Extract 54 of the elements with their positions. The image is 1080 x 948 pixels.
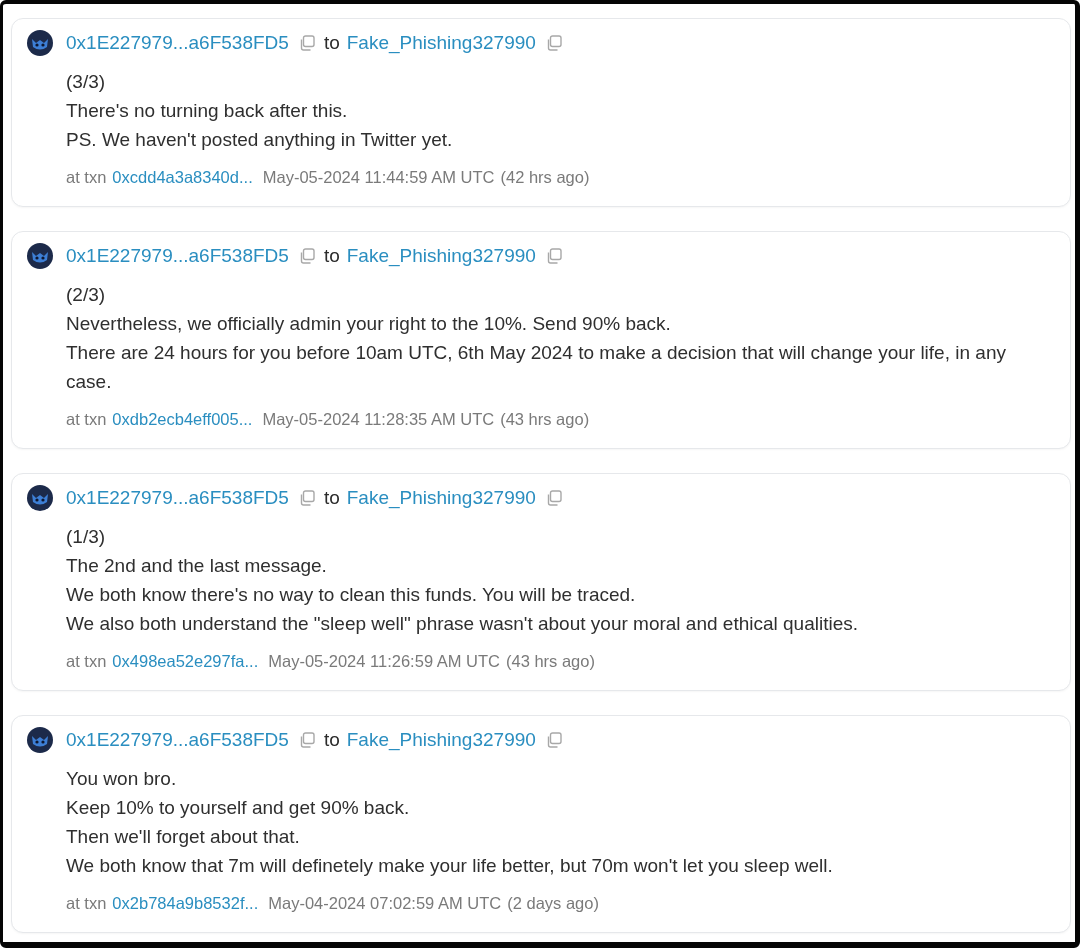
message-line: There are 24 hours for you before 10am UTC, 6th May 2024 to make a decision that will change your life, in any case. [66,341,1007,394]
txn-hash-link[interactable]: 0xcdd4a3a8340d... [112,166,253,188]
timestamp: May-05-2024 11:28:35 AM UTC [262,409,495,430]
recipient-link[interactable]: Fake_Phishing327990 [346,486,536,510]
to-label: to [323,486,340,510]
to-label: to [323,244,340,268]
message-line: (2/3) [66,283,107,307]
relative-time: (43 hrs ago) [506,651,595,672]
txn-hash-link[interactable]: 0xdb2ecb4eff005... [112,408,253,430]
message-line: Then we'll forget about that. [66,825,301,849]
avatar-icon [27,243,53,269]
recipient-link[interactable]: Fake_Phishing327990 [346,244,536,268]
txn-hash-link[interactable]: 0x498ea52e297fa... [112,650,259,672]
txn-label: at txn [66,893,107,914]
txn-label: at txn [66,651,107,672]
message-line: PS. We haven't posted anything in Twitter yet. [66,128,454,152]
avatar-icon [27,727,53,753]
relative-time: (2 days ago) [507,893,599,914]
sender-address-link[interactable]: 0x1E227979...a6F538FD5 [66,486,289,510]
message-line: (1/3) [66,525,107,549]
recipient-link[interactable]: Fake_Phishing327990 [346,31,536,55]
copy-icon[interactable] [298,35,315,51]
message-line: There's no turning back after this. [66,99,349,123]
sender-address-link[interactable]: 0x1E227979...a6F538FD5 [66,244,289,268]
copy-icon[interactable] [545,490,562,506]
to-label: to [323,31,340,55]
message-line: You won bro. [66,767,178,791]
to-label: to [323,728,340,752]
txn-label: at txn [66,167,107,188]
copy-icon[interactable] [298,248,315,264]
message-line: Keep 10% to yourself and get 90% back. [66,796,411,820]
timestamp: May-04-2024 07:02:59 AM UTC [268,893,502,914]
txn-label: at txn [66,409,107,430]
copy-icon[interactable] [545,248,562,264]
relative-time: (42 hrs ago) [500,167,590,188]
message-line: (3/3) [66,70,107,94]
copy-icon[interactable] [298,490,315,506]
txn-hash-link[interactable]: 0x2b784a9b8532f... [112,892,259,914]
message-line: We both know that 7m will definetely make your life better, but 70m won't let you sleep well. [66,854,834,878]
avatar-icon [27,30,53,56]
timestamp: May-05-2024 11:26:59 AM UTC [268,651,500,672]
message-line: We also both understand the "sleep well" phrase wasn't about your moral and ethical qualities. [66,612,859,636]
sender-address-link[interactable]: 0x1E227979...a6F538FD5 [66,728,289,752]
copy-icon[interactable] [545,35,562,51]
relative-time: (43 hrs ago) [500,409,590,430]
message-line: The 2nd and the last message. [66,554,328,578]
sender-address-link[interactable]: 0x1E227979...a6F538FD5 [66,31,289,55]
recipient-link[interactable]: Fake_Phishing327990 [346,728,536,752]
avatar-icon [27,485,53,511]
timestamp: May-05-2024 11:44:59 AM UTC [262,167,495,188]
message-line: We both know there's no way to clean this funds. You will be traced. [66,583,637,607]
copy-icon[interactable] [298,732,315,748]
message-line: Nevertheless, we officially admin your right to the 10%. Send 90% back. [66,312,672,336]
copy-icon[interactable] [545,732,562,748]
